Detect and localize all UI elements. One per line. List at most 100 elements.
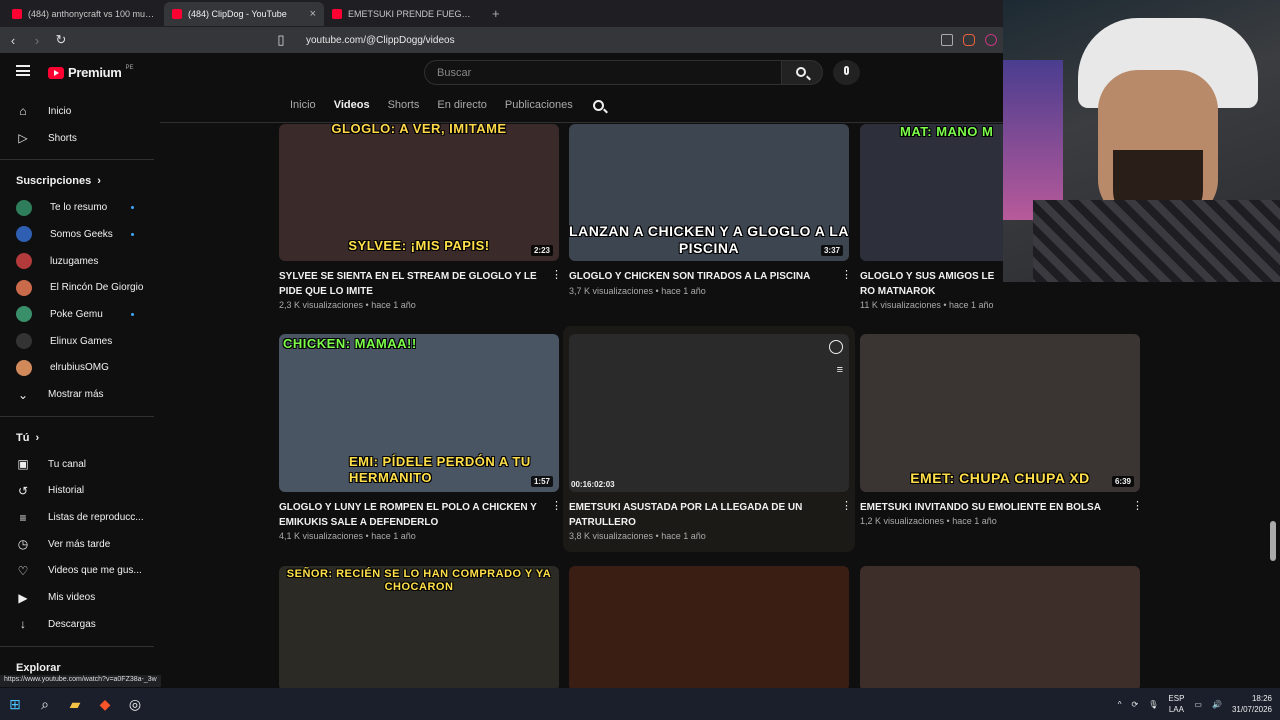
sidebar-item-home[interactable]: ⌂ Inicio <box>0 98 154 125</box>
video-title[interactable]: GLOGLO Y SUS AMIGOS LE RO MATNAROK <box>860 269 1002 299</box>
sidebar-item-label: Mis videos <box>48 592 96 604</box>
subscriptions-header[interactable]: Suscripciones › <box>0 168 154 194</box>
rewards-icon[interactable] <box>985 34 997 46</box>
sidebar: ⌂ Inicio ▷ Shorts Suscripciones › Te lo … <box>0 53 154 688</box>
file-explorer-icon[interactable]: ▰ <box>60 688 90 720</box>
tab-home[interactable]: Inicio <box>290 99 316 111</box>
subscription-label: Te lo resumo <box>50 202 108 214</box>
scrollbar-thumb[interactable] <box>1270 521 1276 561</box>
watch-later-icon[interactable] <box>829 340 843 354</box>
tab-posts[interactable]: Publicaciones <box>505 99 573 111</box>
browser-tab[interactable]: EMETSUKI PRENDE FUEGOS ARTIFICI <box>324 2 484 26</box>
show-more-button[interactable]: ⌄ Mostrar más <box>0 381 154 408</box>
subscription-item[interactable]: luzugames <box>0 248 154 275</box>
webcam-overlay <box>1003 0 1280 282</box>
sidebar-item-label: Listas de reproducc... <box>48 512 144 524</box>
tab-title: (484) ClipDog - YouTube <box>188 8 287 19</box>
preview-timecode: 00:16:02:03 <box>571 480 615 489</box>
video-title[interactable]: EMETSUKI ASUSTADA POR LA LLEGADA DE UN P… <box>569 500 829 530</box>
new-tab-button[interactable]: + <box>484 6 508 21</box>
tab-shorts[interactable]: Shorts <box>388 99 420 111</box>
time: 18:26 <box>1251 694 1272 703</box>
back-icon[interactable]: ‹ <box>6 33 20 48</box>
add-to-queue-icon[interactable]: ≡ <box>837 364 843 376</box>
video-title[interactable]: EMETSUKI INVITANDO SU EMOLIENTE EN BOLSA <box>860 500 1120 515</box>
my-videos-icon: ▶ <box>18 590 28 605</box>
video-title[interactable]: GLOGLO Y CHICKEN SON TIRADOS A LA PISCIN… <box>569 269 829 284</box>
video-thumbnail[interactable] <box>569 566 849 688</box>
search-input[interactable]: Buscar <box>424 60 782 85</box>
video-thumbnail[interactable]: LANZAN A CHICKEN Y A GLOGLO A LA PISCINA… <box>569 124 849 261</box>
more-options-icon[interactable]: ⋮ <box>841 501 852 512</box>
sidebar-item-playlists[interactable]: ≡ Listas de reproducc... <box>0 504 154 531</box>
channel-search-icon[interactable] <box>592 99 604 111</box>
subscription-item[interactable]: Te lo resumo <box>0 194 154 221</box>
lang-code: ESP <box>1168 694 1185 703</box>
start-icon[interactable]: ⊞ <box>0 688 30 720</box>
more-options-icon[interactable]: ⋮ <box>551 270 562 281</box>
tab-videos[interactable]: Videos <box>334 99 370 111</box>
more-options-icon[interactable]: ⋮ <box>841 270 852 281</box>
tray-chevron-icon[interactable]: ^ <box>1118 700 1122 709</box>
url-field[interactable]: youtube.com/@ClippDogg/videos <box>306 35 931 46</box>
thumbnail-caption: EMI: PÍDELE PERDÓN A TU HERMANITO <box>349 454 531 485</box>
sidebar-item-label: Videos que me gus... <box>48 565 142 577</box>
video-title[interactable]: SYLVEE SE SIENTA EN EL STREAM DE GLOGLO … <box>279 269 539 299</box>
sidebar-item-label: Historial <box>48 485 85 497</box>
chevron-right-icon: › <box>35 431 40 444</box>
sidebar-item-label: Inicio <box>48 105 72 117</box>
video-thumbnail[interactable]: GLOGLO: A VER, IMITAME SYLVEE: ¡MIS PAPI… <box>279 124 559 261</box>
explore-title: Explorar <box>16 661 61 674</box>
sync-icon[interactable]: ⟳ <box>1132 700 1139 709</box>
more-options-icon[interactable]: ⋮ <box>551 501 562 512</box>
video-thumbnail[interactable]: CHICKEN: MAMAA!! EMI: PÍDELE PERDÓN A TU… <box>279 334 559 492</box>
close-tab-icon[interactable]: × <box>310 8 316 20</box>
voice-search-button[interactable] <box>833 60 860 85</box>
forward-icon[interactable]: › <box>30 33 44 48</box>
browser-tab[interactable]: (484) anthonycraft vs 100 mujeres - Y <box>4 2 164 26</box>
search-icon[interactable]: ⌕ <box>30 688 60 720</box>
video-thumbnail[interactable]: 00:16:02:03 ≡ <box>569 334 849 492</box>
brave-shield-icon[interactable] <box>963 34 975 46</box>
sidebar-item-shorts[interactable]: ▷ Shorts <box>0 125 154 152</box>
video-thumbnail[interactable] <box>860 566 1140 688</box>
sidebar-item-your-channel[interactable]: ▣ Tu canal <box>0 451 154 478</box>
bookmark-icon[interactable]: ▯ <box>274 32 288 48</box>
sidebar-item-liked[interactable]: ♡ Videos que me gus... <box>0 558 154 585</box>
video-title[interactable]: GLOGLO Y LUNY LE ROMPEN EL POLO A CHICKE… <box>279 500 539 530</box>
obs-icon[interactable]: ◎ <box>120 688 150 720</box>
sidebar-item-history[interactable]: ↺ Historial <box>0 478 154 505</box>
volume-icon[interactable]: 🔊 <box>1212 700 1222 709</box>
reload-icon[interactable]: ↻ <box>54 32 68 48</box>
avatar <box>16 306 32 323</box>
network-icon[interactable]: ▭ <box>1194 700 1202 709</box>
subscription-item[interactable]: elrubiusOMG <box>0 355 154 382</box>
shorts-icon: ▷ <box>18 131 28 146</box>
you-title: Tú <box>16 431 30 444</box>
search-button[interactable] <box>781 60 823 85</box>
divider <box>0 645 154 647</box>
cast-icon[interactable] <box>941 34 953 46</box>
subscription-item[interactable]: Elinux Games <box>0 328 154 355</box>
subscription-item[interactable]: Poke Gemu <box>0 301 154 328</box>
duration-badge: 2:23 <box>530 245 553 256</box>
download-icon: ↓ <box>20 617 26 632</box>
you-header[interactable]: Tú › <box>0 425 154 451</box>
system-tray: ^ ⟳ 🎙 ESP LAA ▭ 🔊 18:26 31/07/2026 <box>1118 688 1272 720</box>
video-meta: 3,8 K visualizaciones • hace 1 año <box>569 531 706 541</box>
video-thumbnail[interactable]: SEÑOR: RECIÉN SE LO HAN COMPRADO Y YA CH… <box>279 566 559 688</box>
browser-tab-active[interactable]: (484) ClipDog - YouTube × <box>164 1 324 26</box>
sidebar-item-downloads[interactable]: ↓ Descargas <box>0 611 154 638</box>
video-thumbnail[interactable]: EMET: CHUPA CHUPA XD 6:39 <box>860 334 1140 492</box>
more-options-icon[interactable]: ⋮ <box>1132 501 1143 512</box>
sidebar-item-watch-later[interactable]: ◷ Ver más tarde <box>0 531 154 558</box>
tab-live[interactable]: En directo <box>437 99 487 111</box>
clock[interactable]: 18:26 31/07/2026 <box>1232 693 1272 715</box>
brave-browser-icon[interactable]: ◆ <box>90 688 120 720</box>
subscription-item[interactable]: El Rincón De Giorgio <box>0 274 154 301</box>
subscription-item[interactable]: Somos Geeks <box>0 221 154 248</box>
mic-icon[interactable]: 🎙 <box>1148 700 1158 709</box>
sidebar-item-my-videos[interactable]: ▶ Mis videos <box>0 584 154 611</box>
input-language[interactable]: ESP LAA <box>1168 693 1184 715</box>
thumbnail-caption: EMET: CHUPA CHUPA XD <box>910 470 1090 486</box>
